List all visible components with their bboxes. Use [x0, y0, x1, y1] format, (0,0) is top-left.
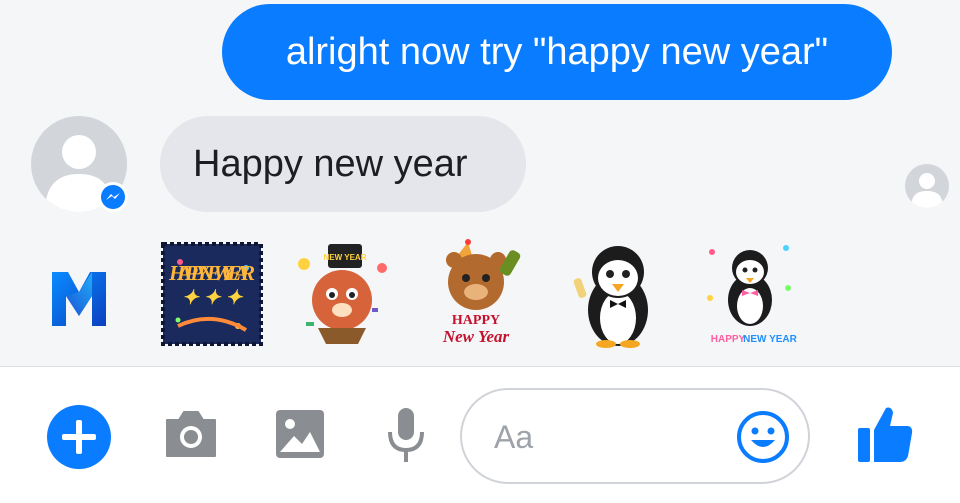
bear-hat-text: NEW YEAR: [324, 253, 367, 262]
image-icon: [276, 410, 324, 458]
plus-icon: [47, 405, 111, 469]
voice-button[interactable]: [386, 406, 426, 464]
incoming-message-bubble[interactable]: Happy new year: [160, 116, 526, 212]
svg-text:✦ ✦ ✦: ✦ ✦ ✦: [182, 287, 244, 309]
new-year-bear-icon: NEW YEAR: [298, 244, 387, 344]
m-suggestions-logo-icon[interactable]: [44, 262, 114, 332]
add-button[interactable]: [46, 404, 112, 470]
sticker-happy-new-year-stamp[interactable]: HAPPY NEW YEAR ✦ ✦ ✦: [160, 238, 264, 350]
happy-new-year-penguin-icon: HAPPY NEW YEAR: [707, 245, 798, 345]
outgoing-message-bubble[interactable]: alright now try "happy new year": [222, 4, 892, 100]
smiley-icon: [737, 411, 789, 463]
message-input[interactable]: [492, 412, 736, 462]
thumbs-up-icon: [858, 407, 913, 462]
happy-new-year-bear-icon: HAPPY New Year: [442, 239, 521, 346]
sticker-new-year-bear[interactable]: NEW YEAR: [290, 238, 394, 350]
gallery-button[interactable]: [274, 408, 326, 460]
penguin-newyear-text: NEW YEAR: [743, 334, 797, 345]
outgoing-message-text: alright now try "happy new year": [285, 30, 829, 73]
emoji-button[interactable]: [736, 410, 790, 464]
messenger-badge-icon: [98, 182, 128, 212]
like-button[interactable]: [856, 404, 914, 464]
camera-button[interactable]: [163, 408, 219, 460]
sticker-penguin-tuxedo[interactable]: [566, 238, 670, 350]
microphone-icon: [388, 408, 424, 462]
penguin-tuxedo-icon: [573, 246, 648, 348]
incoming-message-text: Happy new year: [193, 142, 468, 185]
bear2-newyear-text: New Year: [442, 327, 510, 346]
stamp-text: HAPPY NEW YEAR: [168, 261, 255, 285]
sticker-happy-new-year-penguin[interactable]: HAPPY NEW YEAR: [698, 238, 802, 350]
camera-icon: [166, 411, 216, 457]
bear2-happy-text: HAPPY: [452, 313, 500, 328]
seen-indicator-avatar: [905, 164, 949, 208]
seen-profile-icon: [911, 173, 943, 208]
message-input-container[interactable]: [460, 388, 810, 484]
sticker-happy-new-year-bear[interactable]: HAPPY New Year: [424, 238, 528, 350]
penguin-happy-text: HAPPY: [711, 334, 746, 345]
happy-new-year-stamp-icon: HAPPY NEW YEAR ✦ ✦ ✦: [161, 242, 263, 346]
